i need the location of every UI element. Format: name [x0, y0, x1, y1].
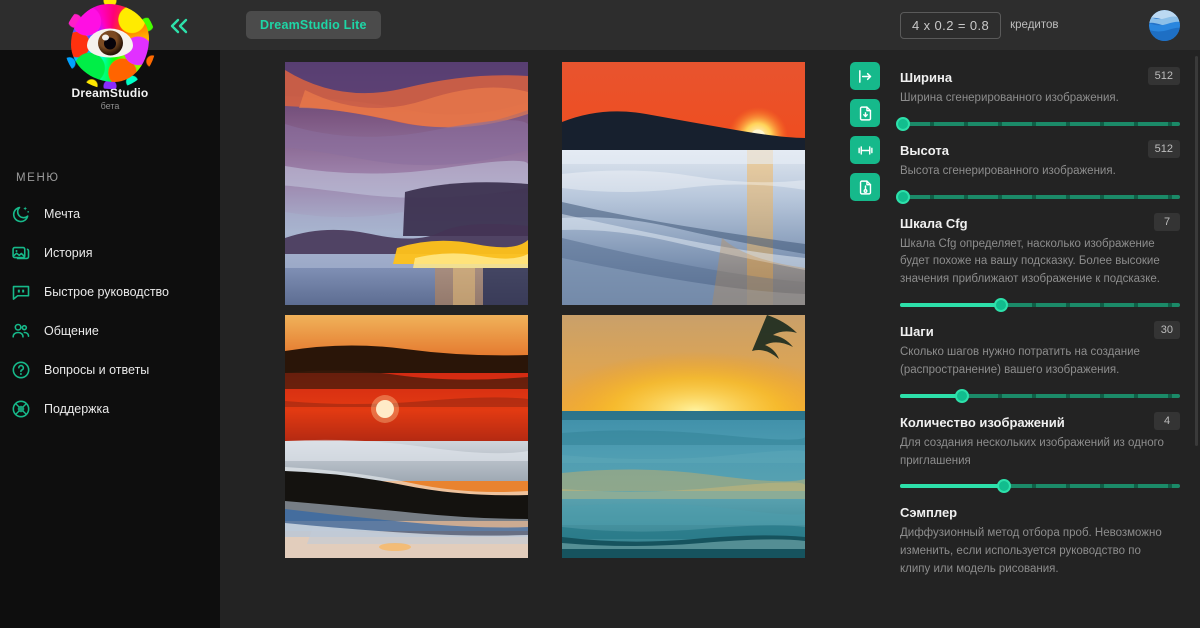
cfg-scale-control: Шкала Cfg 7 Шкала Cfg определяет, наскол… [900, 210, 1180, 313]
sidebar-item-community[interactable]: Общение [0, 311, 220, 350]
file-download-icon [857, 105, 874, 122]
sidebar-menu: Мечта История Быстрое руководство Общени… [0, 194, 220, 428]
credits-cost-field[interactable]: 4 x 0.2 = 0.8 [900, 11, 1002, 39]
control-description: Высота сгенерированного изображения. [900, 164, 1116, 177]
control-description: Сколько шагов нужно потратить на создани… [900, 346, 1140, 376]
sidebar-item-label: Быстрое руководство [44, 284, 170, 299]
sidebar-item-quickguide[interactable]: Быстрое руководство [0, 272, 220, 311]
gallery-tile-2[interactable] [562, 62, 805, 305]
control-description: Для создания нескольких изображений из о… [900, 436, 1164, 467]
settings-panel: 4 x 0.2 = 0.8 кредитов Ширина 512 Ширина… [880, 0, 1200, 628]
top-toolbar: DreamStudio Lite [220, 0, 880, 50]
control-title: Высота [900, 142, 949, 158]
sidebar-item-label: Общение [44, 323, 99, 338]
people-group-icon [10, 320, 32, 342]
settings-scrollbar[interactable] [1195, 56, 1198, 446]
sampler-control: Сэмплер Диффузионный метод отбора проб. … [900, 499, 1180, 578]
lifebuoy-icon [10, 398, 32, 420]
image-count-slider[interactable] [900, 478, 1180, 494]
sunset-purple-clouds-ocean-image [285, 62, 528, 305]
slider-thumb[interactable] [895, 189, 910, 204]
control-value: 7 [1154, 212, 1180, 231]
question-circle-icon [10, 359, 32, 381]
slider-thumb[interactable] [996, 479, 1011, 494]
download-image-button[interactable] [850, 99, 880, 127]
cfg-scale-slider[interactable] [900, 297, 1180, 313]
control-value: 512 [1147, 139, 1180, 158]
menu-heading: МЕНЮ [16, 172, 60, 184]
slider-thumb[interactable] [954, 388, 969, 403]
sidebar-item-support[interactable]: Поддержка [0, 389, 220, 428]
slider-thumb[interactable] [895, 116, 910, 131]
avatar[interactable] [1149, 9, 1180, 41]
image-count-control: Количество изображений 4 Для создания не… [900, 409, 1180, 495]
copy-seed-button[interactable] [850, 173, 880, 201]
control-title: Шаги [900, 324, 934, 340]
golden-sunset-calm-sea-palm-image [562, 315, 805, 558]
width-slider[interactable] [895, 116, 1180, 132]
user-avatar-blue-globe-icon [1149, 9, 1180, 41]
control-title: Шкала Cfg [900, 215, 968, 231]
steps-slider[interactable] [900, 388, 1180, 404]
arrow-into-bar-icon [857, 68, 874, 85]
image-stack-icon [10, 242, 32, 264]
dumbbell-icon [857, 142, 874, 159]
orange-red-sunset-breaking-wave-image [285, 315, 528, 558]
rainbow-splatter-eye-logo-icon [64, 0, 156, 89]
brand-subtitle: бета [100, 101, 120, 111]
credits-bar: 4 x 0.2 = 0.8 кредитов [880, 0, 1200, 50]
image-gallery [220, 50, 880, 628]
steps-control: Шаги 30 Сколько шагов нужно потратить на… [900, 318, 1180, 404]
dreamstudio-lite-badge[interactable]: DreamStudio Lite [246, 11, 381, 39]
sidebar-collapse-button[interactable] [165, 14, 195, 38]
main-content: DreamStudio Lite [220, 0, 880, 628]
moon-sparkle-icon [10, 203, 32, 225]
slider-thumb[interactable] [993, 298, 1008, 313]
control-description: Шкала Cfg определяет, насколько изображе… [900, 237, 1160, 286]
image-grid [285, 62, 815, 628]
sidebar-item-label: Поддержка [44, 401, 110, 416]
control-title: Сэмплер [900, 505, 958, 521]
control-title: Ширина [900, 70, 953, 85]
quote-bubble-icon [10, 281, 32, 303]
sidebar-item-label: История [44, 245, 93, 260]
red-sunset-headland-waves-image [562, 62, 805, 305]
gallery-tile-3[interactable] [285, 315, 528, 558]
control-value: 30 [1153, 321, 1180, 340]
double-chevron-left-icon [169, 18, 191, 34]
gallery-tile-4[interactable] [562, 315, 805, 558]
sidebar-item-label: Мечта [44, 206, 81, 221]
settings-list: Ширина 512 Ширина сгенерированного изобр… [895, 64, 1180, 579]
credits-label: кредитов [1010, 19, 1059, 31]
variations-button[interactable] [850, 136, 880, 164]
sidebar-item-history[interactable]: История [0, 233, 220, 272]
file-seed-icon [857, 179, 874, 196]
dreamstudio-app: DreamStudio бета МЕНЮ Мечта История Быст… [0, 0, 1200, 628]
control-title: Количество изображений [900, 414, 1065, 430]
sidebar-item-label: Вопросы и ответы [44, 362, 150, 377]
left-sidebar: DreamStudio бета МЕНЮ Мечта История Быст… [0, 0, 220, 628]
gallery-tile-1[interactable] [285, 62, 528, 305]
sidebar-item-faq[interactable]: Вопросы и ответы [0, 350, 220, 389]
width-control: Ширина 512 Ширина сгенерированного изобр… [895, 64, 1180, 132]
image-action-toolbar [850, 62, 880, 201]
sidebar-item-dream[interactable]: Мечта [0, 194, 220, 233]
height-slider[interactable] [895, 189, 1180, 205]
control-value: 4 [1154, 411, 1180, 430]
height-control: Высота 512 Высота сгенерированного изобр… [895, 137, 1180, 205]
control-description: Диффузионный метод отбора проб. Невозмож… [900, 527, 1162, 575]
control-value: 512 [1147, 67, 1180, 85]
send-to-prompt-button[interactable] [850, 62, 880, 90]
control-description: Ширина сгенерированного изображения. [900, 92, 1119, 104]
